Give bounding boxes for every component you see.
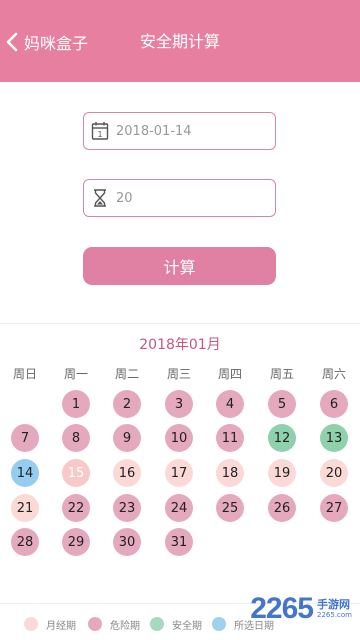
calculate-button[interactable]: 计算 [83,247,276,285]
weekday-label: 周日 [12,367,37,381]
calendar-day-4[interactable]: 4 [216,390,244,418]
legend-dot [24,617,38,631]
calendar-day-10[interactable]: 10 [165,424,193,452]
calendar-day-1[interactable]: 1 [62,390,90,418]
calendar-day-30[interactable]: 30 [113,528,141,556]
watermark-text: 手游网 [317,598,350,611]
calendar-day-18[interactable]: 18 [216,459,244,487]
calendar-day-29[interactable]: 29 [62,528,90,556]
calendar-day-3[interactable]: 3 [165,390,193,418]
calendar-day-12[interactable]: 12 [268,424,296,452]
legend-item-danger: 危险期 [88,615,140,633]
legend-dot [88,617,102,631]
calendar-day-21[interactable]: 21 [11,494,39,522]
calendar-day-17[interactable]: 17 [165,459,193,487]
svg-text:1: 1 [97,130,102,139]
calendar-day-5[interactable]: 5 [268,390,296,418]
legend-label: 月经期 [46,620,76,632]
calendar-day-16[interactable]: 16 [113,459,141,487]
calendar-day-7[interactable]: 7 [11,424,39,452]
calendar-day-14[interactable]: 14 [11,459,39,487]
calendar-day-24[interactable]: 24 [165,494,193,522]
watermark-number: 2265 [250,592,314,625]
cycle-days-field[interactable] [83,179,276,217]
legend-dot [150,617,164,631]
cycle-input[interactable] [116,190,266,206]
legend-dot [212,617,226,631]
calendar-day-8[interactable]: 8 [62,424,90,452]
header-bar: 妈咪盒子 安全期计算 [0,0,360,82]
weekday-label: 周五 [269,367,294,381]
weekday-label: 周四 [217,367,242,381]
calendar-day-19[interactable]: 19 [268,459,296,487]
last-period-date-field[interactable]: 1 [83,112,276,150]
calendar-day-11[interactable]: 11 [216,424,244,452]
date-input[interactable] [116,123,266,139]
back-label: 妈咪盒子 [24,34,89,53]
calendar-day-26[interactable]: 26 [268,494,296,522]
calendar-icon: 1 [84,113,116,149]
calendar-day-15[interactable]: 15 [62,459,90,487]
calendar-day-2[interactable]: 2 [113,390,141,418]
legend-item-safe: 安全期 [150,615,202,633]
chevron-left-icon [6,31,22,53]
calendar-day-22[interactable]: 22 [62,494,90,522]
watermark-url: 2265.com [317,611,352,619]
legend-item-period: 月经期 [24,615,76,633]
month-title: 2018年01月 [139,337,221,353]
legend-label: 安全期 [172,620,202,632]
calendar-day-6[interactable]: 6 [320,390,348,418]
weekday-label: 周二 [114,367,139,381]
calendar-day-13[interactable]: 13 [320,424,348,452]
calendar-day-20[interactable]: 20 [320,459,348,487]
weekday-label: 周一 [63,367,88,381]
weekday-label: 周六 [321,367,346,381]
calendar-day-31[interactable]: 31 [165,528,193,556]
back-button[interactable]: 妈咪盒子 [6,30,88,54]
hourglass-icon [84,180,116,216]
calendar-day-9[interactable]: 9 [113,424,141,452]
watermark-logo: 2265 手游网 2265.com [250,592,352,626]
calendar-day-27[interactable]: 27 [320,494,348,522]
section-divider [0,323,360,324]
legend-label: 危险期 [110,620,140,632]
calendar-day-28[interactable]: 28 [11,528,39,556]
calendar-day-25[interactable]: 25 [216,494,244,522]
calendar-day-23[interactable]: 23 [113,494,141,522]
weekday-label: 周三 [166,367,191,381]
